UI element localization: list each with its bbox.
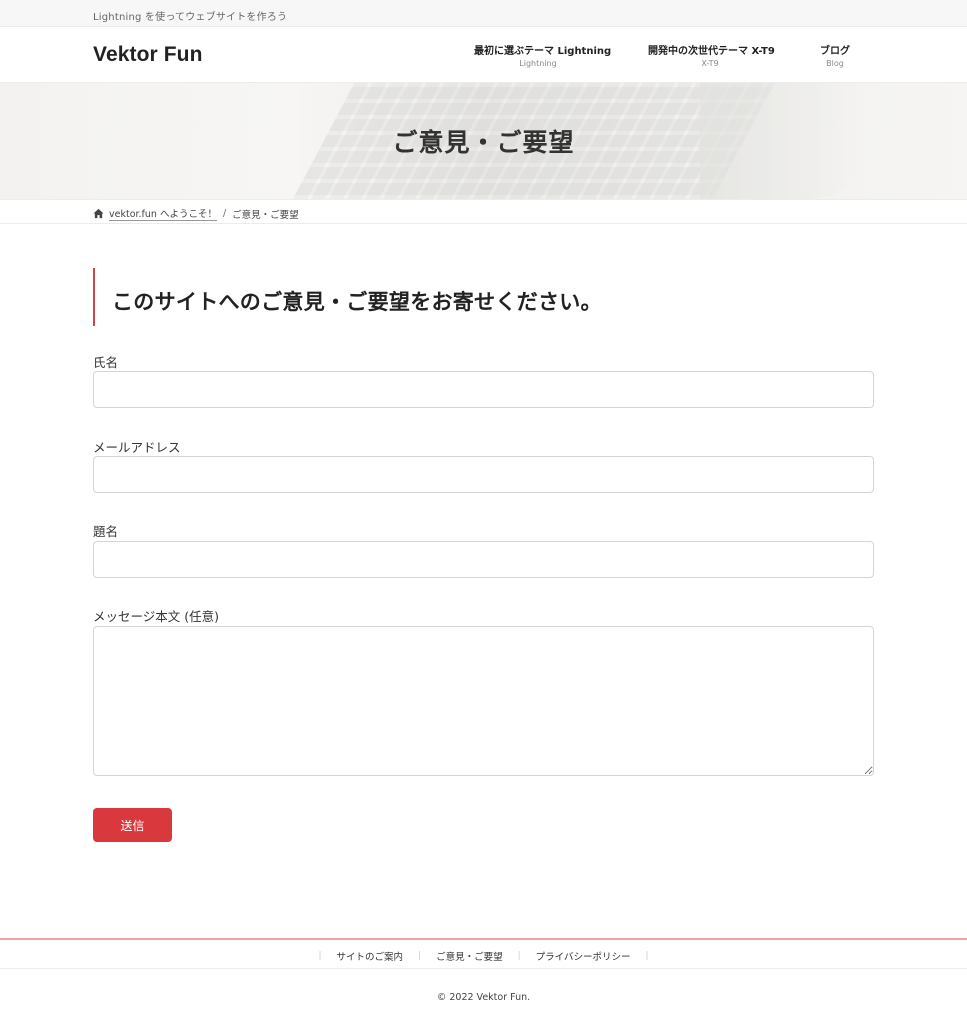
footer-link-site-guide[interactable]: サイトのご案内	[337, 949, 404, 963]
message-textarea[interactable]	[93, 626, 874, 776]
name-label: 氏名	[93, 355, 119, 370]
nav-item-sublabel: Blog	[826, 59, 844, 68]
nav-item-blog[interactable]: ブログ Blog	[810, 42, 860, 68]
message-label: メッセージ本文 (任意)	[93, 609, 219, 624]
subject-field[interactable]	[93, 541, 874, 578]
nav-item-label: ブログ	[820, 46, 850, 57]
breadcrumb-separator: /	[222, 208, 227, 219]
copyright: © 2022 Vektor Fun.	[436, 992, 531, 1003]
site-tagline: Lightning を使ってウェブサイトを作ろう	[93, 12, 288, 23]
nav-item-lightning[interactable]: 最初に選ぶテーマ Lightning Lightning	[474, 42, 612, 68]
footer-link-feedback[interactable]: ご意見・ご要望	[436, 949, 503, 963]
breadcrumb: vektor.fun へようこそ！ / ご意見・ご要望	[0, 199, 967, 224]
footer-separator: |	[645, 951, 649, 961]
footer-nav: | サイトのご案内 | ご意見・ご要望 | プライバシーポリシー |	[0, 938, 967, 969]
top-bar: Lightning を使ってウェブサイトを作ろう	[0, 0, 967, 27]
site-header: Vektor Fun 最初に選ぶテーマ Lightning Lightning …	[0, 27, 967, 83]
nav-item-label: 最初に選ぶテーマ Lightning	[474, 46, 612, 57]
nav-item-sublabel: Lightning	[519, 59, 557, 68]
footer-separator: |	[418, 951, 422, 961]
email-label: メールアドレス	[93, 440, 181, 455]
nav-item-sublabel: X-T9	[701, 59, 719, 68]
home-icon	[93, 208, 104, 219]
page-title: ご意見・ご要望	[392, 128, 575, 157]
submit-button[interactable]: 送信	[93, 808, 172, 842]
subject-label: 題名	[93, 524, 119, 539]
site-title-link[interactable]: Vektor Fun	[93, 43, 203, 67]
nav-item-x-t9[interactable]: 開発中の次世代テーマ X-T9 X-T9	[648, 42, 775, 68]
footer-link-privacy[interactable]: プライバシーポリシー	[536, 949, 631, 963]
section-heading: このサイトへのご意見・ご要望をお寄せください。	[93, 268, 874, 326]
email-field[interactable]	[93, 456, 874, 493]
name-field[interactable]	[93, 371, 874, 408]
breadcrumb-home-link[interactable]: vektor.fun へようこそ！	[109, 206, 217, 221]
footer-separator: |	[318, 951, 322, 961]
footer-separator: |	[517, 951, 521, 961]
page-header-banner: ご意見・ご要望	[0, 83, 967, 199]
nav-item-label: 開発中の次世代テーマ X-T9	[648, 46, 775, 57]
breadcrumb-current: ご意見・ご要望	[232, 209, 299, 221]
